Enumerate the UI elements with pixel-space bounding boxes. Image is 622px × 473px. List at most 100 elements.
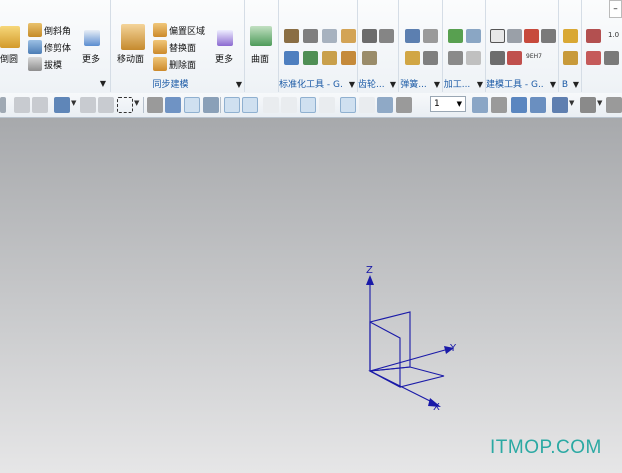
triangle-icon[interactable] — [490, 29, 505, 43]
tool-icon[interactable] — [284, 29, 299, 43]
modeling-tool-icon[interactable] — [507, 51, 522, 65]
ribbon-group-standardization-tools: 标准化工具 - G... ▼ — [279, 0, 358, 92]
more-feature-icon[interactable] — [84, 30, 100, 46]
pan-icon[interactable] — [530, 97, 546, 113]
offset-region-icon — [153, 23, 167, 37]
tool-icon[interactable] — [322, 51, 337, 65]
group-expand-arrow[interactable]: ▼ — [550, 80, 556, 89]
tolerance-label[interactable]: 9EH7 — [526, 53, 542, 60]
type-filter-icon[interactable] — [54, 97, 70, 113]
move-icon[interactable] — [203, 97, 219, 113]
group-expand-arrow[interactable]: ▼ — [573, 80, 579, 89]
tool-icon[interactable] — [303, 29, 318, 43]
b-tool-icon[interactable] — [563, 29, 578, 43]
group-expand-arrow[interactable]: ▼ — [434, 80, 440, 89]
machining-icon[interactable] — [448, 51, 463, 65]
more-feature-label[interactable]: 更多 — [82, 52, 100, 65]
modeling-tool-icon[interactable] — [490, 51, 505, 65]
partial-tool-icon[interactable] — [586, 51, 601, 65]
gear-icon[interactable] — [362, 29, 377, 43]
line-snap-icon[interactable] — [242, 97, 258, 113]
edge-blend-icon[interactable] — [0, 26, 20, 48]
z-axis-arrow-icon — [366, 275, 374, 285]
view-orient-icon[interactable] — [552, 97, 568, 113]
ribbon-group-machining: 加工... ▼ — [443, 0, 486, 92]
ribbon-group-synchronous-modeling: 移动面 偏置区域 替换面 删除面 更多 同步建模 ▼ — [111, 0, 245, 92]
group-expand-arrow[interactable]: ▼ — [390, 80, 396, 89]
move-face-label[interactable]: 移动面 — [117, 52, 144, 65]
snap-icon[interactable] — [98, 97, 114, 113]
surface-label[interactable]: 曲面 — [251, 52, 269, 65]
rotate-icon[interactable] — [511, 97, 527, 113]
tool-icon[interactable] — [303, 51, 318, 65]
tool-icon[interactable] — [341, 29, 356, 43]
tool-icon[interactable] — [341, 51, 356, 65]
gear-icon[interactable] — [362, 51, 377, 65]
trim-body-button[interactable]: 修剪体 — [28, 40, 71, 54]
chevron-down-icon[interactable]: ▼ — [569, 99, 574, 107]
modeling-tool-icon[interactable] — [541, 29, 556, 43]
layer-select[interactable]: 1 ▼ — [430, 96, 466, 112]
xy-plane — [368, 366, 445, 388]
selection-toolbar: ▼ ▼ 1 ▼ ▼ ▼ — [0, 93, 622, 118]
center-point-icon[interactable] — [300, 97, 316, 113]
move-face-icon[interactable] — [121, 24, 145, 50]
select-all-icon[interactable] — [184, 97, 200, 113]
offset-region-button[interactable]: 偏置区域 — [153, 23, 205, 37]
group-expand-arrow[interactable]: ▼ — [349, 80, 355, 89]
grid-icon[interactable] — [396, 97, 412, 113]
intersection-icon[interactable] — [340, 97, 356, 113]
delete-face-button[interactable]: 删除面 — [153, 57, 196, 71]
edge-blend-label[interactable]: 倒圆 — [0, 52, 18, 65]
graphics-viewport[interactable]: Z Y X — [0, 118, 622, 473]
draft-button[interactable]: 拔模 — [28, 57, 62, 71]
replace-face-button[interactable]: 替换面 — [153, 40, 196, 54]
partial-tool-icon[interactable] — [586, 29, 601, 43]
solid-filter-icon[interactable] — [147, 97, 163, 113]
spring-icon[interactable] — [405, 51, 420, 65]
x-axis-label: X — [433, 402, 440, 413]
replace-face-icon — [153, 40, 167, 54]
surface-icon[interactable] — [250, 26, 272, 46]
toolbar-grip-icon[interactable] — [0, 97, 6, 113]
spring-label: 弹簧... — [400, 80, 427, 90]
sync-more-label[interactable]: 更多 — [215, 52, 233, 65]
machining-icon[interactable] — [448, 29, 463, 43]
line-icon[interactable] — [359, 97, 375, 113]
fit-view-icon[interactable] — [472, 97, 488, 113]
spring-icon[interactable] — [405, 29, 420, 43]
spring-icon[interactable] — [423, 51, 438, 65]
sync-more-icon[interactable] — [217, 30, 233, 46]
snap-icon[interactable] — [80, 97, 96, 113]
tool-icon[interactable] — [322, 29, 337, 43]
tool-icon[interactable] — [284, 51, 299, 65]
partial-tool-icon[interactable] — [604, 51, 619, 65]
perpendicular-icon[interactable] — [281, 97, 297, 113]
modeling-tool-icon[interactable] — [524, 29, 539, 43]
filter-icon[interactable] — [14, 97, 30, 113]
group-expand-arrow[interactable]: ▼ — [100, 79, 106, 88]
modeling-tools-label: 建模工具 - G... — [486, 80, 544, 90]
group-expand-arrow[interactable]: ▼ — [236, 80, 242, 89]
spring-icon[interactable] — [423, 29, 438, 43]
gear-icon[interactable] — [379, 29, 394, 43]
modeling-tool-icon[interactable] — [507, 29, 522, 43]
point-icon[interactable] — [377, 97, 393, 113]
b-tool-icon[interactable] — [563, 51, 578, 65]
body-filter-icon[interactable] — [165, 97, 181, 113]
group-expand-arrow[interactable]: ▼ — [477, 80, 483, 89]
machining-icon[interactable] — [466, 29, 481, 43]
chevron-down-icon[interactable]: ▼ — [597, 99, 602, 107]
chevron-down-icon[interactable]: ▼ — [134, 99, 139, 107]
line-snap-icon[interactable] — [224, 97, 240, 113]
machining-icon[interactable] — [466, 51, 481, 65]
box-select-icon[interactable] — [117, 97, 133, 113]
circle-icon[interactable] — [319, 97, 335, 113]
filter-icon[interactable] — [32, 97, 48, 113]
zoom-icon[interactable] — [491, 97, 507, 113]
display-icon[interactable] — [606, 97, 622, 113]
render-style-icon[interactable] — [580, 97, 596, 113]
chevron-down-icon[interactable]: ▼ — [71, 99, 76, 107]
chamfer-button[interactable]: 倒斜角 — [28, 23, 71, 37]
curve-icon[interactable] — [263, 97, 279, 113]
